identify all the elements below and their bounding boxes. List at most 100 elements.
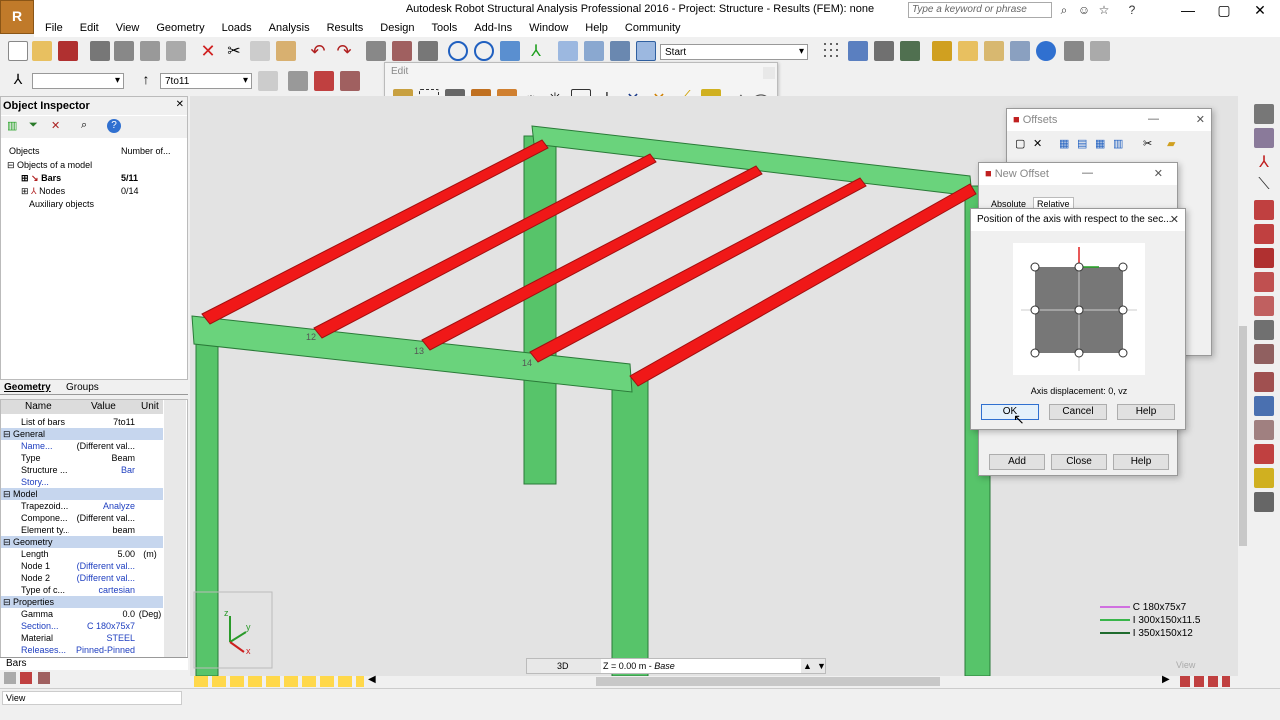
columns-icon[interactable]: ▥ <box>1113 137 1123 150</box>
lock-icon[interactable] <box>418 41 438 61</box>
loads-icon[interactable] <box>932 41 952 61</box>
view-icon[interactable] <box>500 41 520 61</box>
solid-tool-icon[interactable] <box>1254 492 1274 512</box>
axes-icon[interactable]: ⅄ <box>526 41 546 61</box>
view-tools-icons[interactable] <box>1180 676 1230 687</box>
property-row[interactable]: Releases... Pinned-Pinned <box>1 644 163 656</box>
property-row[interactable]: Name... (Different val... <box>1 440 163 452</box>
flag-tool-icon[interactable] <box>1254 444 1274 464</box>
window-icon[interactable] <box>1064 41 1084 61</box>
rigid-links-tool-icon[interactable] <box>1254 344 1274 364</box>
property-value[interactable]: Pinned-Pinned <box>71 644 135 656</box>
column-front-right[interactable] <box>611 375 649 677</box>
help-circle-icon[interactable] <box>1036 41 1056 61</box>
sections-tool-icon[interactable] <box>1254 128 1274 148</box>
property-row[interactable]: Material STEEL <box>1 632 163 644</box>
undo-icon[interactable]: ↶ <box>308 41 328 61</box>
table-tool-icon[interactable] <box>1254 396 1274 416</box>
anchor-point[interactable] <box>1074 305 1084 315</box>
collapse-icon[interactable]: ⊟ <box>3 488 11 500</box>
property-row[interactable]: Trapezoid... Analyze <box>1 500 163 512</box>
binoculars-icon[interactable]: ⌕ <box>1056 2 1072 18</box>
new-file-icon[interactable] <box>8 41 28 61</box>
bar-selection-combo[interactable]: 7to11 ▾ <box>160 73 252 89</box>
copy-icon[interactable] <box>250 41 270 61</box>
frame-tool-icon[interactable] <box>1254 372 1274 392</box>
tables-icon[interactable] <box>366 41 386 61</box>
tree-item-auxiliary[interactable]: Auxiliary objects <box>29 199 94 209</box>
menu-file[interactable]: File <box>45 22 63 34</box>
scroll-left-icon[interactable]: ◀ <box>368 674 376 685</box>
selection-icon[interactable] <box>258 71 278 91</box>
scroll-thumb[interactable] <box>1239 326 1247 546</box>
paste-icon[interactable] <box>276 41 296 61</box>
table-icon[interactable] <box>314 71 334 91</box>
structural-axis-icon[interactable] <box>848 41 868 61</box>
save-icon[interactable] <box>58 41 78 61</box>
beam-front[interactable] <box>191 315 633 393</box>
ok-button[interactable]: OK <box>981 404 1039 420</box>
property-row[interactable]: Compone... (Different val... <box>1 512 163 524</box>
print-icon[interactable] <box>90 41 110 61</box>
info-icon[interactable]: ? <box>107 119 121 133</box>
maximize-button[interactable]: ▢ <box>1206 0 1242 20</box>
layout-combo[interactable]: Start ▾ <box>660 44 808 60</box>
collapse-icon[interactable]: ⊟ <box>3 428 11 440</box>
property-row[interactable]: Length 5.00 (m) <box>1 548 163 560</box>
filter-icon[interactable] <box>288 71 308 91</box>
bars-icon[interactable] <box>900 41 920 61</box>
property-value[interactable]: 7to11 <box>71 416 135 428</box>
close-button[interactable]: ✕ <box>1242 0 1278 20</box>
cut-icon[interactable]: ✂ <box>1143 137 1152 150</box>
minimize-icon[interactable]: — <box>1148 113 1159 125</box>
clear-filter-icon[interactable]: ✕ <box>51 119 60 132</box>
section-icon[interactable] <box>1010 41 1030 61</box>
horizontal-scroll-thumb[interactable] <box>596 677 940 686</box>
search-input[interactable]: Type a keyword or phrase <box>908 2 1052 18</box>
table-icon[interactable]: ▦ <box>1059 137 1069 150</box>
select-icon[interactable] <box>558 41 578 61</box>
anchor-point[interactable] <box>1030 262 1040 272</box>
node-select-icon[interactable]: ⅄ <box>8 71 28 91</box>
property-value[interactable]: Beam <box>71 452 135 464</box>
view-mode[interactable]: 3D <box>557 659 569 673</box>
property-value[interactable]: Analyze <box>71 500 135 512</box>
property-row[interactable]: Node 2 (Different val... <box>1 572 163 584</box>
folder-icon[interactable] <box>958 41 978 61</box>
menu-edit[interactable]: Edit <box>80 22 99 34</box>
preferences-icon[interactable] <box>610 41 630 61</box>
property-row[interactable]: Node 1 (Different val... <box>1 560 163 572</box>
table-icon[interactable] <box>20 672 32 684</box>
nodes-icon[interactable] <box>874 41 894 61</box>
property-row[interactable]: Story... <box>1 476 163 488</box>
tab-groups[interactable]: Groups <box>66 382 99 393</box>
help-icon[interactable]: ? <box>1124 2 1140 18</box>
zoom-icon[interactable] <box>448 41 468 61</box>
plane-up-icon[interactable]: ▲ <box>803 659 812 673</box>
report-icon[interactable] <box>38 672 50 684</box>
property-value[interactable]: (Different val... <box>71 440 135 452</box>
property-value[interactable]: C 180x75x7 <box>71 620 135 632</box>
menu-analysis[interactable]: Analysis <box>269 22 310 34</box>
anchor-point[interactable] <box>1118 262 1128 272</box>
property-scrollbar[interactable] <box>164 400 186 658</box>
tree-item-bars[interactable]: ⊞ ↘ Bars <box>21 173 61 184</box>
property-value[interactable]: 0.0 <box>71 608 135 620</box>
close-dialog-button[interactable]: Close <box>1051 454 1107 470</box>
load-tool-icon[interactable] <box>1254 468 1274 488</box>
scroll-right-icon[interactable]: ▶ <box>1162 674 1170 685</box>
open-folder-icon[interactable] <box>32 41 52 61</box>
collapse-icon[interactable]: ⊟ <box>3 596 11 608</box>
close-icon[interactable]: ✕ <box>1170 213 1179 226</box>
menu-community[interactable]: Community <box>625 22 681 34</box>
print-preview-icon[interactable] <box>114 41 134 61</box>
close-icon[interactable]: ✕ <box>176 99 184 110</box>
tree-item-nodes[interactable]: ⊞ ⅄ Nodes <box>21 186 65 197</box>
property-row[interactable]: Structure ... Bar <box>1 464 163 476</box>
tree-item-objects[interactable]: ⊟ Objects of a model <box>7 160 92 171</box>
objects-column-header[interactable]: Objects <box>9 146 40 156</box>
property-row[interactable]: Type of c... cartesian <box>1 584 163 596</box>
toolbar-close-button[interactable] <box>763 67 775 79</box>
anchor-point[interactable] <box>1118 305 1128 315</box>
offsets-tool-icon[interactable] <box>1254 272 1274 292</box>
